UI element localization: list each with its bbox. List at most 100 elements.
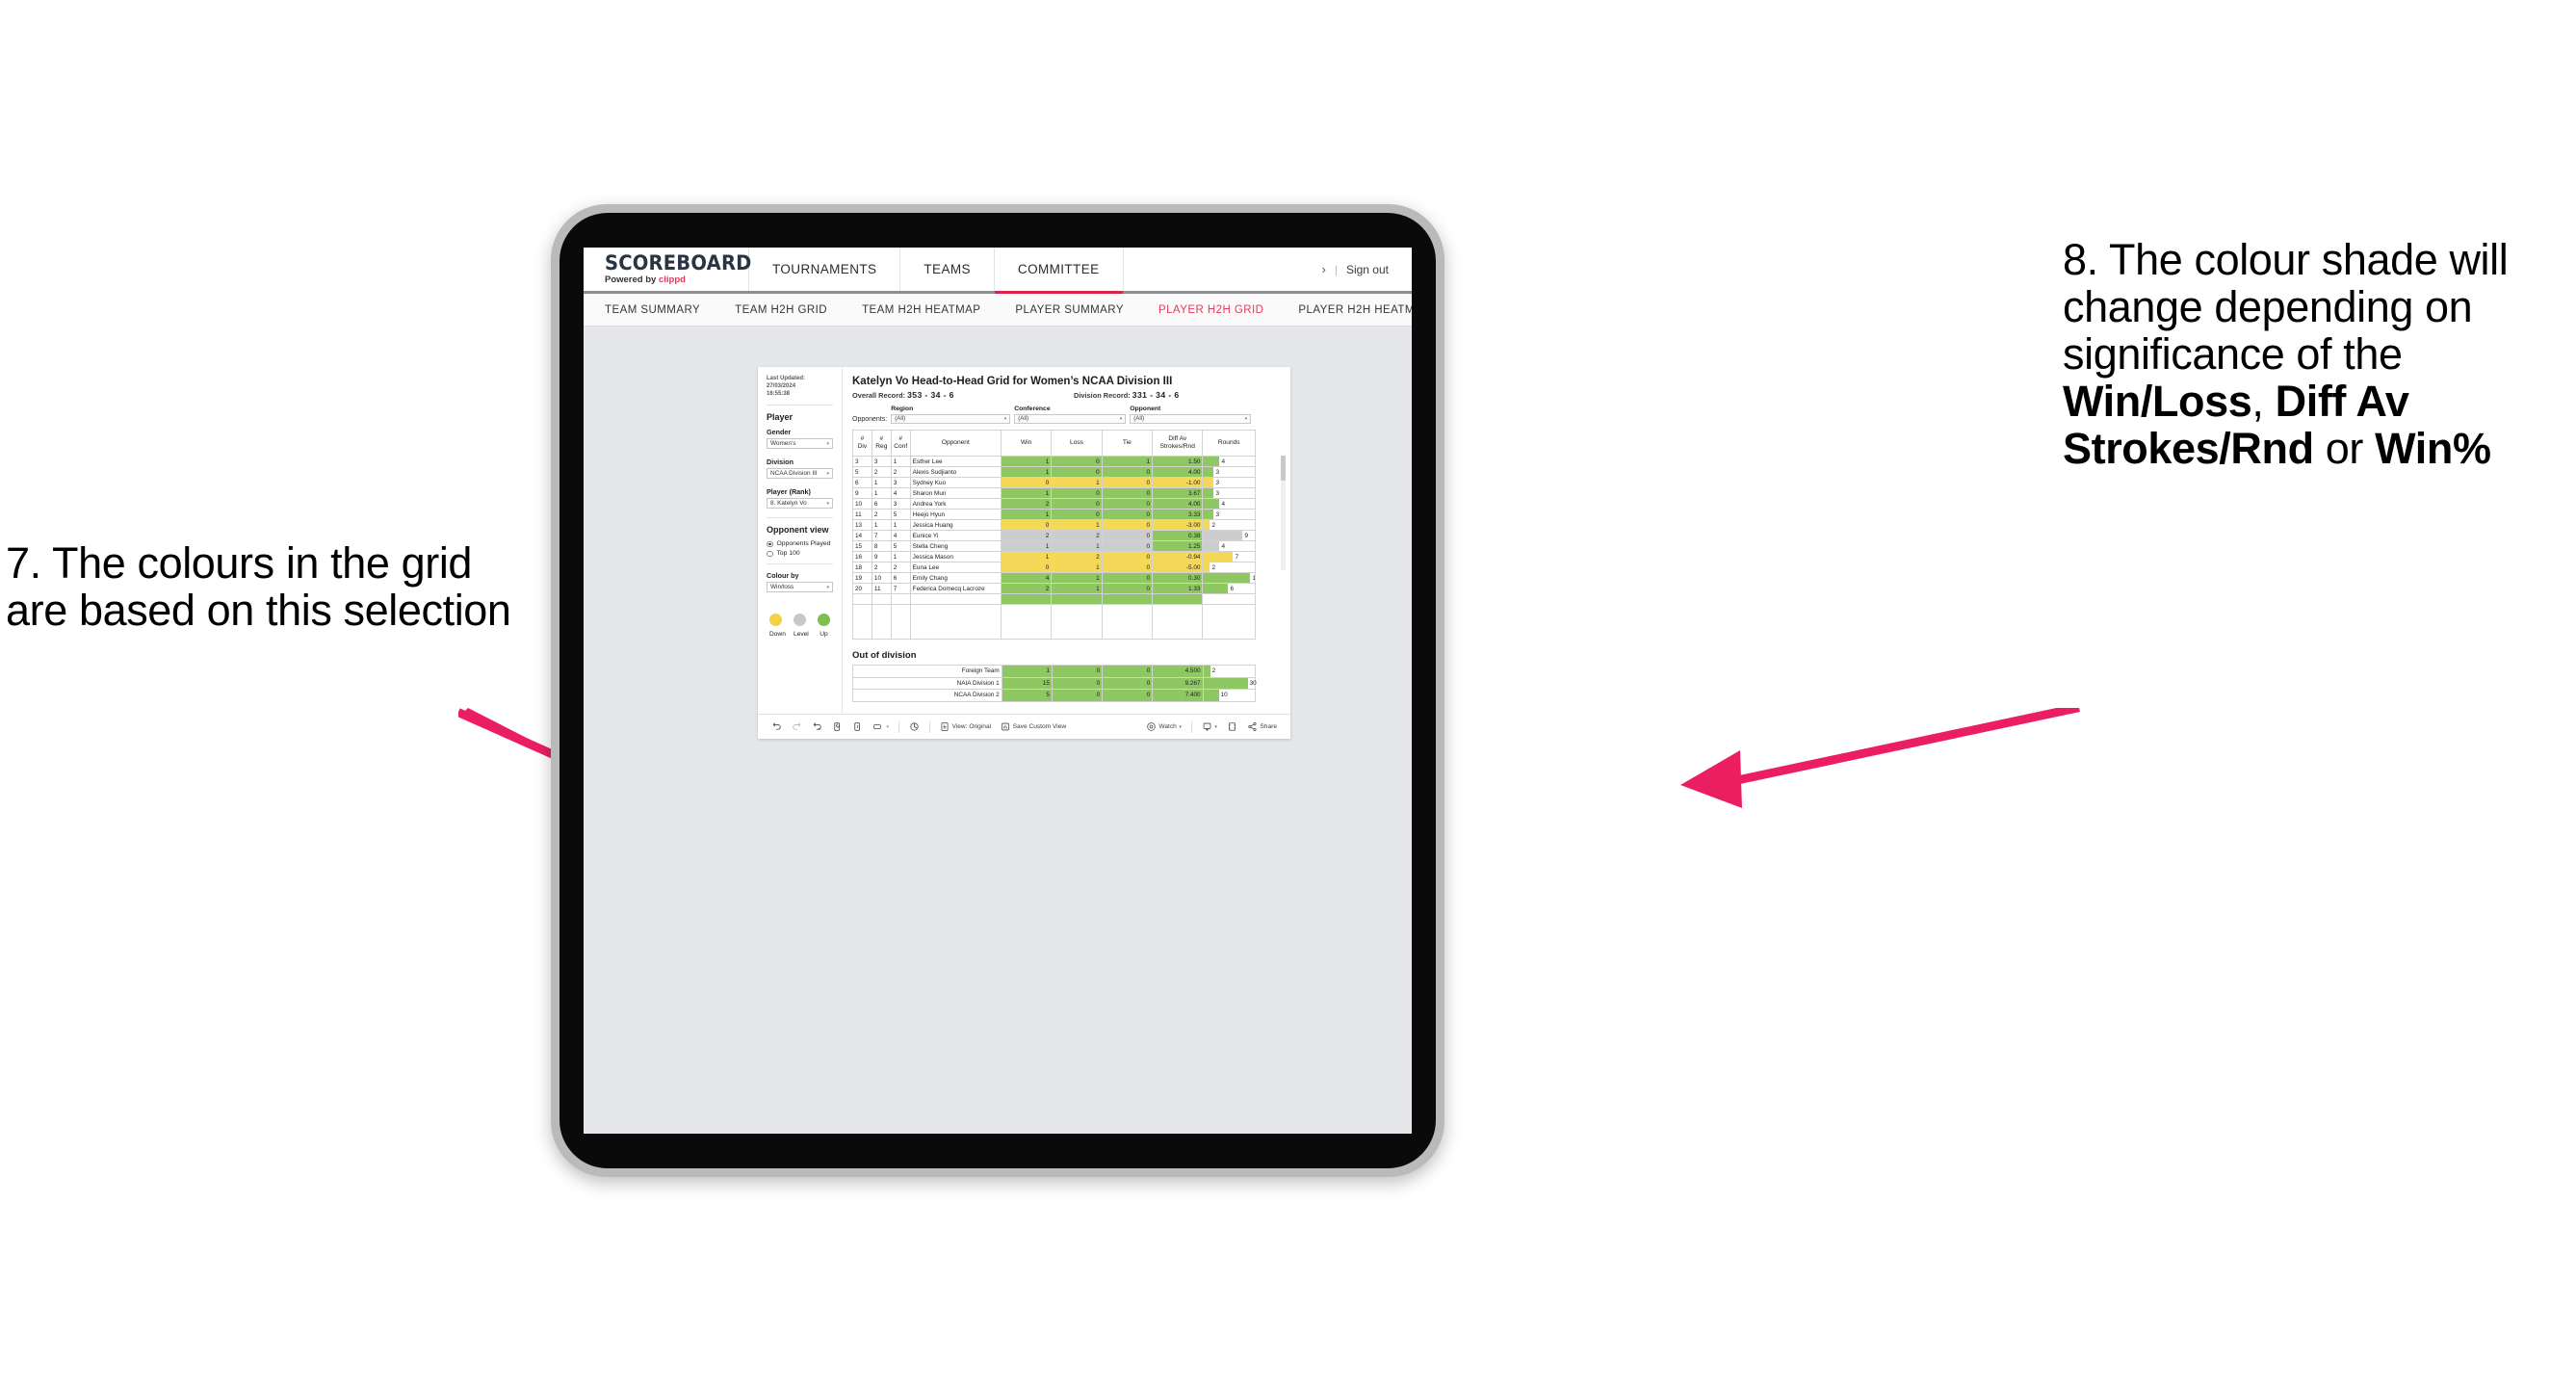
- cell-opponent: Eunice Yi: [909, 530, 1002, 541]
- nav-teams[interactable]: TEAMS: [900, 248, 995, 291]
- brand-subtitle-clippd: clippd: [658, 275, 686, 285]
- view-original-button[interactable]: View: Original: [935, 721, 996, 732]
- table-row[interactable]: 13 1 1 Jessica Huang 0 1 0 -3.00 2: [852, 519, 1256, 531]
- col-win[interactable]: Win: [1000, 430, 1053, 457]
- undo-button[interactable]: [767, 721, 787, 732]
- table-row[interactable]: 3 3 1 Esther Lee 1 0 1 1.50 4: [852, 456, 1256, 467]
- share-button[interactable]: Share: [1242, 721, 1282, 732]
- col-reg[interactable]: # Reg: [871, 430, 892, 457]
- division-select-value: NCAA Division III: [770, 470, 818, 478]
- col-tie[interactable]: Tie: [1101, 430, 1154, 457]
- list-item[interactable]: NCAA Division 2 5 0 0 7.400 10: [852, 689, 1257, 702]
- filler-cell: [852, 604, 872, 640]
- rounds-value: 30: [1249, 679, 1257, 687]
- table-row[interactable]: 11 2 5 Heejo Hyun 1 0 0 3.33 3: [852, 509, 1256, 520]
- pause-updates-button[interactable]: [847, 721, 868, 732]
- cell-reg: 7: [871, 530, 892, 541]
- grid-scrollbar-thumb[interactable]: [1281, 456, 1286, 481]
- cell-diff: 4.00: [1152, 498, 1204, 510]
- cell-div: 15: [852, 540, 872, 552]
- table-row[interactable]: 14 7 4 Eunice Yi 2 2 0 0.38 9: [852, 530, 1256, 541]
- table-row[interactable]: 15 8 5 Stella Cheng 1 1 0 1.25 4: [852, 540, 1256, 552]
- colour-by-select[interactable]: Win/loss ▾: [767, 582, 833, 593]
- nav-committee[interactable]: COMMITTEE: [994, 248, 1124, 294]
- cell-div: 9: [852, 487, 872, 499]
- new-worksheet-button[interactable]: ▾: [868, 721, 894, 732]
- col-div[interactable]: # Div: [852, 430, 872, 457]
- cell-reg: 3: [871, 456, 892, 467]
- subnav-item-team-h2h-heatmap[interactable]: TEAM H2H HEATMAP: [862, 304, 980, 316]
- chevron-right-icon[interactable]: ›: [1321, 262, 1325, 276]
- table-row[interactable]: 19106Emily Chang4100.3011: [852, 572, 1256, 584]
- cell-rounds: [1202, 593, 1256, 605]
- division-select[interactable]: NCAA Division III ▾: [767, 468, 833, 480]
- radio-icon-unselected: [767, 550, 773, 558]
- cell-diff: -5.00: [1152, 562, 1204, 573]
- cell-group-name: Foreign Team: [852, 665, 1002, 678]
- cell-group-name: NCAA Division 2: [852, 689, 1002, 702]
- account-area: › | Sign out: [1321, 248, 1412, 291]
- subnav-item-player-summary[interactable]: PLAYER SUMMARY: [1015, 304, 1124, 316]
- filter-region-select[interactable]: (All) ▾: [891, 413, 1011, 424]
- filter-conference-select[interactable]: (All) ▾: [1014, 413, 1127, 424]
- save-custom-view-button[interactable]: Save Custom View: [996, 721, 1071, 732]
- overall-record-value: 353 - 34 - 6: [907, 390, 954, 400]
- table-row[interactable]: 20 11 7 Federica Domecq Lacroze 2 1 0 1.33 6: [852, 583, 1256, 594]
- dashboard-card: Last Updated: 27/03/2024 16:55:38 Player…: [758, 367, 1290, 739]
- watch-button[interactable]: Watch ▾: [1141, 721, 1186, 732]
- list-item[interactable]: NAIA Division 1 15 0 0 9.267 30: [852, 676, 1257, 690]
- list-item[interactable]: Foreign Team 1 0 0 4.500 2: [852, 665, 1257, 678]
- nav-committee-label: COMMITTEE: [1017, 262, 1100, 276]
- player-rank-select[interactable]: 8. Katelyn Vo ▾: [767, 498, 833, 510]
- col-reg-l2: Reg: [875, 443, 888, 450]
- cell-diff: -0.94: [1152, 551, 1204, 562]
- cell-diff: 7.400: [1152, 689, 1204, 702]
- col-rounds[interactable]: Rounds: [1202, 430, 1256, 457]
- table-row[interactable]: 9 1 4 Sharon Mun 1 0 0 3.67 3: [852, 487, 1256, 499]
- cell-conf: 3: [890, 498, 911, 510]
- cell-diff: 0.30: [1152, 572, 1204, 584]
- revert-button[interactable]: [807, 721, 827, 732]
- col-conf-l1: #: [898, 434, 903, 442]
- cell-opponent: [909, 593, 1002, 605]
- fullscreen-button[interactable]: [1222, 721, 1242, 732]
- radio-top-100[interactable]: Top 100: [767, 550, 833, 557]
- cell-loss: 1: [1051, 583, 1103, 594]
- show-me-button[interactable]: [904, 721, 924, 732]
- gender-select[interactable]: Women’s ▾: [767, 438, 833, 450]
- cell-rounds: 7: [1202, 551, 1256, 562]
- table-row[interactable]: 5 2 2 Alexis Sudjianto 1 0 0 4.00 3: [852, 466, 1256, 478]
- col-conf[interactable]: # Conf: [890, 430, 911, 457]
- subnav-item-player-h2h-grid[interactable]: PLAYER H2H GRID: [1158, 304, 1263, 316]
- col-tie-l1: Tie: [1122, 438, 1132, 446]
- filter-opponent-select[interactable]: (All) ▾: [1130, 413, 1252, 424]
- col-opponent[interactable]: Opponent: [909, 430, 1002, 457]
- table-row[interactable]: 10 6 3 Andrea York 2 0 0 4.00 4: [852, 498, 1256, 510]
- sign-out-link[interactable]: Sign out: [1346, 263, 1389, 276]
- rounds-value: 4: [1221, 458, 1226, 465]
- rounds-value: 2: [1211, 667, 1216, 675]
- cell-diff: 1.50: [1152, 456, 1204, 467]
- subnav-item-player-h2h-heatmap[interactable]: PLAYER H2H HEATMAP: [1298, 304, 1412, 316]
- table-row[interactable]: 18 2 2 Euna Lee 0 1 0 -5.00 2: [852, 562, 1256, 573]
- rounds-bar: [1203, 677, 1248, 689]
- cell-tie: 0: [1101, 540, 1154, 552]
- table-row[interactable]: 6 1 3 Sydney Kuo 0 1 0 -1.00 3: [852, 477, 1256, 488]
- cell-opponent: Jessica Huang: [909, 519, 1002, 531]
- radio-opponents-played[interactable]: Opponents Played: [767, 540, 833, 547]
- cell-opponent: Stella Cheng: [909, 540, 1002, 552]
- col-loss[interactable]: Loss: [1051, 430, 1103, 457]
- colour-by-label: Colour by: [767, 571, 799, 581]
- cell-div: 10: [852, 498, 872, 510]
- refresh-data-button[interactable]: [827, 721, 847, 732]
- download-button[interactable]: ▾: [1197, 721, 1222, 732]
- cell-rounds: 30: [1202, 676, 1257, 690]
- col-diff-av-strokes[interactable]: Diff Av Strokes/Rnd: [1152, 430, 1204, 457]
- table-row[interactable]: 16 9 1 Jessica Mason 1 2 0 -0.94 7: [852, 551, 1256, 562]
- brand-logo[interactable]: SCOREBOARD Powered by clippd: [584, 248, 751, 291]
- redo-button[interactable]: [787, 721, 807, 732]
- cell-loss: 0: [1051, 487, 1103, 499]
- subnav-item-team-h2h-grid[interactable]: TEAM H2H GRID: [735, 304, 827, 316]
- nav-tournaments[interactable]: TOURNAMENTS: [749, 248, 901, 291]
- subnav-item-team-summary[interactable]: TEAM SUMMARY: [605, 304, 700, 316]
